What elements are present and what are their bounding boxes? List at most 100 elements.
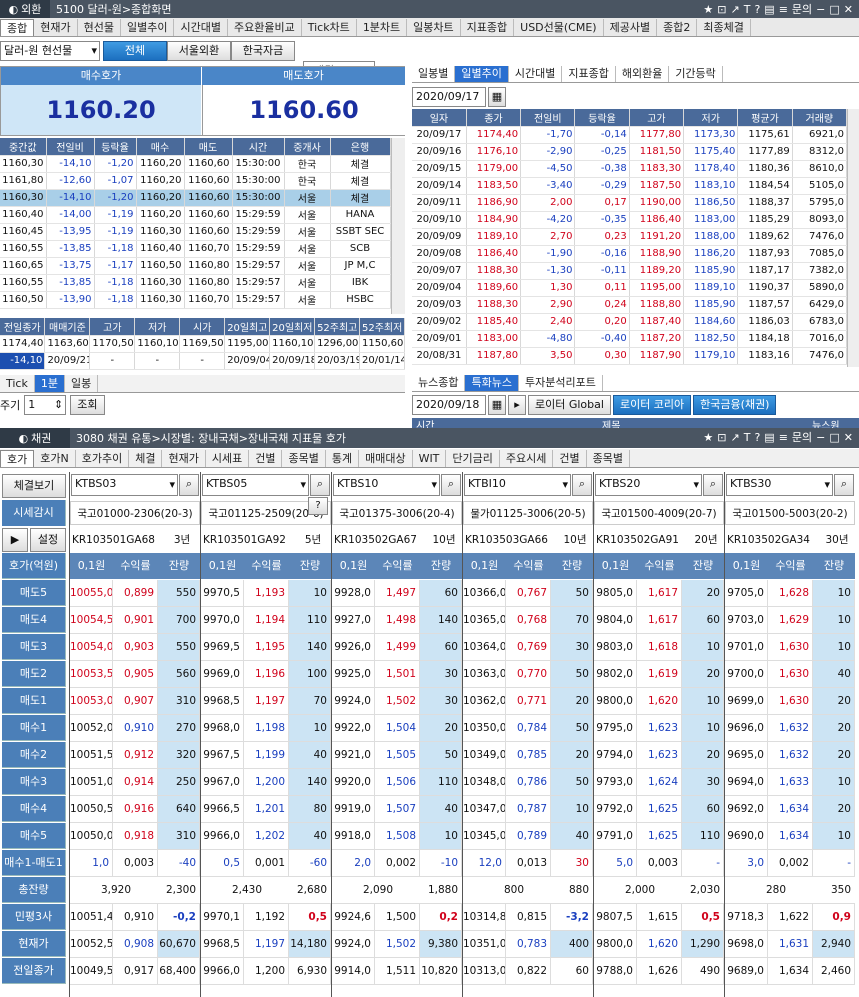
list-icon[interactable]: ≡ [779,3,788,16]
setting-button[interactable]: 설정 [30,528,66,552]
segment-button-2[interactable]: 한국자금 [231,41,295,61]
favorite-icon[interactable]: ★ [703,431,713,444]
prev-arrow-icon[interactable]: ▸ [508,395,526,415]
table-row[interactable]: 20/08/31 1187,80 3,50 0,30 1187,90 1179,10 118… [412,347,848,365]
daily-tab-5[interactable]: 기간등락 [669,66,723,82]
table-row[interactable]: 20/09/09 1189,10 2,70 0,23 1191,20 1188,00 118… [412,228,848,246]
calendar-icon[interactable]: ▦ [488,395,506,415]
bond-tab-10[interactable]: WIT [413,450,447,467]
bond-tab-5[interactable]: 시세표 [206,450,250,467]
main-tab-3[interactable]: 일별추이 [121,19,175,36]
search-icon[interactable]: ⌕ [834,474,854,496]
main-tab-8[interactable]: 일봉차트 [407,19,461,36]
pair-select[interactable]: 달러-원 현선물 ▾ [0,41,100,61]
table-row[interactable]: 20/09/16 1176,10 -2,90 -0,25 1181,50 1175,40 1… [412,143,848,161]
bond-tab-1[interactable]: 호가N [34,450,76,467]
daily-scrollbar[interactable] [847,109,859,367]
text-icon[interactable]: T [744,3,751,16]
trades-scrollbar[interactable] [391,138,405,314]
main-tab-1[interactable]: 현재가 [34,19,78,36]
table-row[interactable]: 1161,80 -12,60 -1,07 1160,20 1160,60 15:30:00… [0,172,391,190]
bond-code-select[interactable]: KTBS20 ▾ [595,474,702,496]
cycle-input[interactable]: 1 ⇕ [24,395,67,415]
table-row[interactable]: 20/09/10 1184,90 -4,20 -0,35 1186,40 1183,00 1… [412,211,848,229]
bond-code-select[interactable]: KTBS05 ▾ [202,474,309,496]
search-icon[interactable]: ⌕ [572,474,592,496]
main-tab-5[interactable]: 주요환율비교 [228,19,302,36]
link-icon[interactable]: ↗ [730,3,739,16]
table-row[interactable]: 1160,45 -13,95 -1,19 1160,30 1160,60 15:29:59… [0,223,391,241]
chart-tab-2[interactable]: 일봉 [65,375,99,392]
inquiry-button[interactable]: 문의 [792,429,812,445]
inquiry-button[interactable]: 문의 [792,1,812,17]
bond-tab-9[interactable]: 매매대상 [359,450,413,467]
main-tab-9[interactable]: 지표종합 [461,19,515,36]
bond-tab-12[interactable]: 주요시세 [500,450,554,467]
window-icon[interactable]: ⊡ [717,431,726,444]
table-row[interactable]: 20/09/14 1183,50 -3,40 -0,29 1187,50 1183,10 1… [412,177,848,195]
bond-tab-4[interactable]: 현재가 [162,450,206,467]
main-tab-4[interactable]: 시간대별 [174,19,228,36]
list-icon[interactable]: ≡ [779,431,788,444]
table-row[interactable]: 1160,65 -13,75 -1,17 1160,50 1160,80 15:29:57… [0,257,391,275]
daily-tab-3[interactable]: 지표종합 [562,66,616,82]
window-icon[interactable]: ⊡ [717,3,726,16]
table-row[interactable]: 1160,30 -14,10 -1,20 1160,20 1160,60 15:30:00… [0,189,391,207]
bond-code-select[interactable]: KTBS10 ▾ [333,474,440,496]
minimize-icon[interactable]: − [816,431,825,444]
bond-code-select[interactable]: KTBS30 ▾ [726,474,833,496]
search-icon[interactable]: ⌕ [179,474,199,496]
bond-code-select[interactable]: KTBS03 ▾ [71,474,178,496]
table-row[interactable]: 1160,40 -14,00 -1,19 1160,20 1160,60 15:29:59… [0,206,391,224]
segment-button-1[interactable]: 서울외환 [167,41,231,61]
news-source-1[interactable]: 로이터 코리아 [612,395,692,415]
print-icon[interactable]: ▤ [764,3,774,16]
table-row[interactable]: 20/09/08 1186,40 -1,90 -0,16 1188,90 1186,20 1… [412,245,848,263]
table-row[interactable]: 20/09/03 1188,30 2,90 0,24 1188,80 1185,90 118… [412,296,848,314]
daily-tab-2[interactable]: 시간대별 [509,66,563,82]
main-tab-6[interactable]: Tick차트 [302,19,357,36]
trade-view-button[interactable]: 체결보기 [2,474,66,498]
help-icon[interactable]: ? [308,497,328,515]
bond-tab-7[interactable]: 종목별 [282,450,326,467]
text-icon[interactable]: T [744,431,751,444]
chart-tab-1[interactable]: 1분 [34,375,65,392]
table-row[interactable]: 1160,55 -13,85 -1,18 1160,40 1160,70 15:29:59… [0,240,391,258]
bond-tab-3[interactable]: 체결 [129,450,163,467]
news-tab-0[interactable]: 뉴스종합 [412,375,466,391]
main-tab-13[interactable]: 최종체결 [697,19,751,36]
bond-tab-2[interactable]: 호가추이 [76,450,130,467]
bond-tab-8[interactable]: 통계 [326,450,360,467]
bond-tab-14[interactable]: 종목별 [587,450,630,467]
news-date-input[interactable]: 2020/09/18 [412,395,486,415]
bond-code-select[interactable]: KTBI10 ▾ [464,474,571,496]
search-icon[interactable]: ⌕ [441,474,461,496]
table-row[interactable]: 20/09/02 1185,40 2,40 0,20 1187,40 1184,60 118… [412,313,848,331]
query-button[interactable]: 조회 [70,395,105,415]
minimize-icon[interactable]: − [816,3,825,16]
daily-tab-1[interactable]: 일별추이 [455,66,509,82]
bond-tab-6[interactable]: 건별 [249,450,283,467]
main-tab-7[interactable]: 1분차트 [357,19,408,36]
daily-tab-0[interactable]: 일봉별 [412,66,456,82]
maximize-icon[interactable]: □ [829,431,839,444]
main-tab-12[interactable]: 종합2 [657,19,698,36]
main-tab-10[interactable]: USD선물(CME) [514,19,604,36]
favorite-icon[interactable]: ★ [703,3,713,16]
news-tab-1[interactable]: 특화뉴스 [465,375,519,391]
help-icon[interactable]: ? [754,431,760,444]
news-source-2[interactable]: 한국금융(채권) [693,395,777,415]
search-icon[interactable]: ⌕ [703,474,723,496]
news-source-0[interactable]: 로이터 Global [528,395,611,415]
monitor-button[interactable]: 시세감시 [2,500,66,526]
close-icon[interactable]: ✕ [844,3,853,16]
segment-button-0[interactable]: 전체 [103,41,167,61]
table-row[interactable]: 1160,55 -13,85 -1,18 1160,30 1160,80 15:29:57… [0,274,391,292]
main-tab-2[interactable]: 현선물 [78,19,121,36]
main-tab-11[interactable]: 제공사별 [604,19,658,36]
table-row[interactable]: 20/09/17 1174,40 -1,70 -0,14 1177,80 1173,30 1… [412,126,848,144]
table-row[interactable]: 20/09/01 1183,00 -4,80 -0,40 1187,20 1182,50 1… [412,330,848,348]
bond-tab-13[interactable]: 건별 [553,450,587,467]
table-row[interactable]: 20/09/04 1189,60 1,30 0,11 1195,00 1189,10 119… [412,279,848,297]
news-tab-2[interactable]: 투자분석리포트 [519,375,603,391]
